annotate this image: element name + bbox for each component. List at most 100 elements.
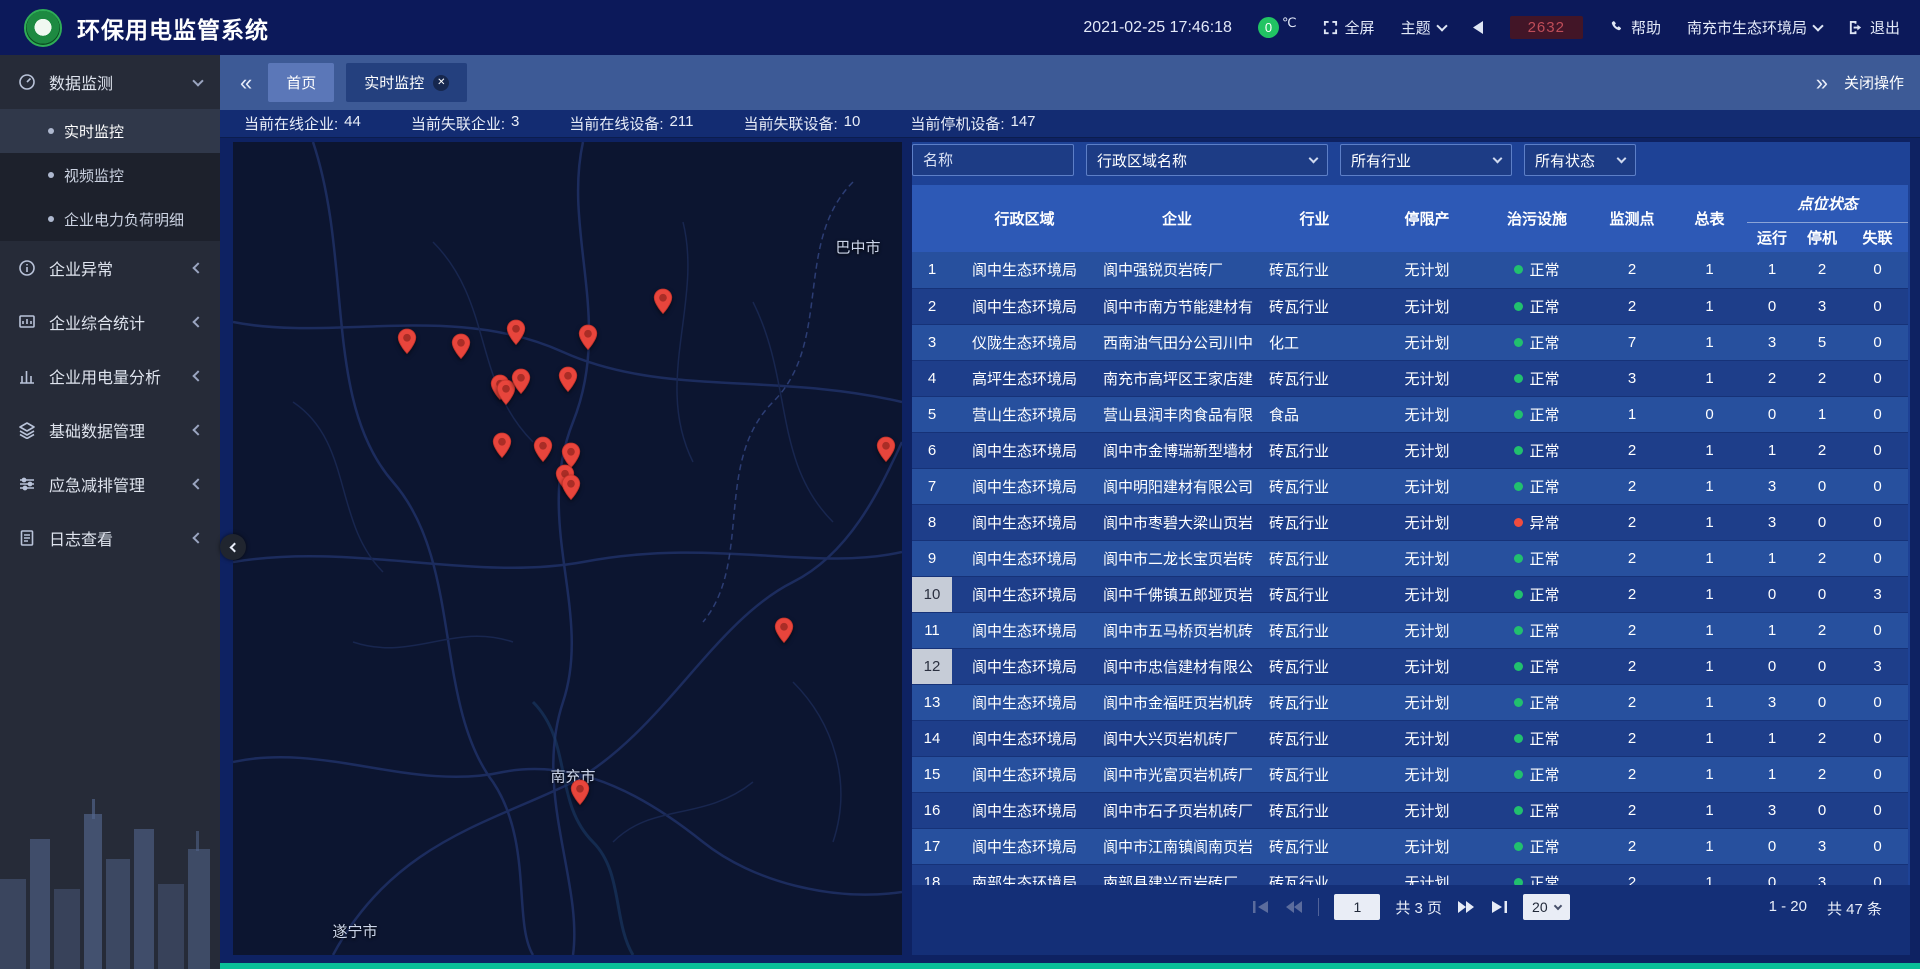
map-pin[interactable] (561, 474, 581, 506)
table-row[interactable]: 8 阆中生态环境局 阆中市枣碧大梁山页岩 砖瓦行业 无计划 异常 2 (912, 504, 1908, 540)
help-button[interactable]: 帮助 (1609, 17, 1661, 38)
table-row[interactable]: 4 高坪生态环境局 南充市高坪区王家店建 砖瓦行业 无计划 正常 3 (912, 360, 1908, 396)
close-operations-button[interactable]: 关闭操作 (1844, 72, 1904, 93)
temperature-value: 0 (1258, 17, 1279, 38)
tabs-scroll-left-button[interactable]: « (236, 72, 256, 94)
status-dot (1514, 265, 1523, 274)
row-region: 阆中生态环境局 (952, 252, 1097, 288)
name-filter-input[interactable] (912, 144, 1074, 176)
app-root: 环保用电监管系统 2021-02-25 17:46:18 0 ℃ 全屏 主题 (0, 0, 1920, 969)
sidebar-group-logs[interactable]: 日志查看 (0, 511, 220, 565)
sidebar-item-video-monitor[interactable]: 视频监控 (0, 153, 220, 197)
last-page-button[interactable] (1490, 901, 1508, 913)
row-lost-count: 3 (1847, 648, 1908, 684)
map-pin[interactable] (558, 366, 578, 398)
close-icon[interactable]: ✕ (433, 75, 449, 91)
table-row[interactable]: 12 阆中生态环境局 阆中市忠信建材有限公 砖瓦行业 无计划 正常 2 (912, 648, 1908, 684)
region-filter-select[interactable]: 行政区域名称 (1086, 144, 1328, 176)
row-meter-count: 1 (1672, 252, 1747, 288)
table-row[interactable]: 15 阆中生态环境局 阆中市光富页岩机砖厂 砖瓦行业 无计划 正常 2 (912, 756, 1908, 792)
table-row[interactable]: 3 仪陇生态环境局 西南油气田分公司川中 化工 无计划 正常 7 1 (912, 324, 1908, 360)
sidebar-group-enterprise-stats[interactable]: 企业综合统计 (0, 295, 220, 349)
row-index: 13 (912, 684, 952, 720)
table-row[interactable]: 13 阆中生态环境局 阆中市金福旺页岩机砖 砖瓦行业 无计划 正常 2 (912, 684, 1908, 720)
row-index: 1 (912, 252, 952, 288)
row-index: 10 (912, 576, 952, 612)
map-pin[interactable] (578, 324, 598, 356)
table-row[interactable]: 2 阆中生态环境局 阆中市南方节能建材有 砖瓦行业 无计划 正常 2 (912, 288, 1908, 324)
table-row[interactable]: 9 阆中生态环境局 阆中市二龙长宝页岩砖 砖瓦行业 无计划 正常 2 (912, 540, 1908, 576)
sidebar-group-enterprise-abnormal[interactable]: 企业异常 (0, 241, 220, 295)
table-row[interactable]: 17 阆中生态环境局 阆中市江南镇阆南页岩 砖瓦行业 无计划 正常 2 (912, 828, 1908, 864)
first-page-button[interactable] (1252, 901, 1270, 913)
table-row[interactable]: 11 阆中生态环境局 阆中市五马桥页岩机砖 砖瓦行业 无计划 正常 2 (912, 612, 1908, 648)
sidebar-group-base-data[interactable]: 基础数据管理 (0, 403, 220, 457)
sidebar-group-power-analysis[interactable]: 企业用电量分析 (0, 349, 220, 403)
map-pin[interactable] (451, 333, 471, 365)
status-dot (1514, 662, 1523, 671)
table-row[interactable]: 14 阆中生态环境局 阆中大兴页岩机砖厂 砖瓦行业 无计划 正常 2 (912, 720, 1908, 756)
map-pin[interactable] (511, 368, 531, 400)
logout-button[interactable]: 退出 (1848, 17, 1900, 38)
announcement-toggle[interactable] (1472, 21, 1484, 34)
chevron-left-icon (192, 424, 203, 435)
table-row[interactable]: 16 阆中生态环境局 阆中市石子页岩机砖厂 砖瓦行业 无计划 正常 2 (912, 792, 1908, 828)
triangle-left-icon (1472, 21, 1484, 34)
row-running-count: 0 (1747, 648, 1797, 684)
tab-realtime-monitor[interactable]: 实时监控 ✕ (346, 63, 467, 102)
fullscreen-button[interactable]: 全屏 (1323, 17, 1375, 38)
map-pin[interactable] (492, 432, 512, 464)
map-pin[interactable] (876, 436, 896, 468)
industry-filter-select[interactable]: 所有行业 (1340, 144, 1512, 176)
row-industry: 砖瓦行业 (1257, 576, 1372, 612)
table-row[interactable]: 5 营山生态环境局 营山县润丰肉食品有限 食品 无计划 正常 1 0 (912, 396, 1908, 432)
row-meter-count: 1 (1672, 360, 1747, 396)
sidebar-item-power-load-detail[interactable]: 企业电力负荷明细 (0, 197, 220, 241)
table-row[interactable]: 6 阆中生态环境局 阆中市金博瑞新型墙材 砖瓦行业 无计划 正常 2 (912, 432, 1908, 468)
row-monitor-count: 2 (1592, 864, 1672, 885)
row-company: 阆中市光富页岩机砖厂 (1097, 756, 1257, 792)
status-dot (1514, 410, 1523, 419)
stat-value: 10 (844, 113, 861, 134)
page-number-input[interactable] (1334, 894, 1380, 920)
org-dropdown[interactable]: 南充市生态环境局 (1687, 17, 1822, 38)
status-filter-select[interactable]: 所有状态 (1524, 144, 1636, 176)
table-row[interactable]: 1 阆中生态环境局 阆中强锐页岩砖厂 砖瓦行业 无计划 正常 2 1 (912, 252, 1908, 288)
map-pin[interactable] (533, 436, 553, 468)
status-text: 正常 (1529, 659, 1559, 676)
next-page-button[interactable] (1457, 901, 1475, 913)
row-region: 阆中生态环境局 (952, 792, 1097, 828)
row-industry: 砖瓦行业 (1257, 864, 1372, 885)
map-pin[interactable] (774, 617, 794, 649)
status-dot (1514, 734, 1523, 743)
table-row[interactable]: 18 南部生态环境局 南部县建兴页岩砖厂 砖瓦行业 无计划 正常 2 (912, 864, 1908, 885)
tab-home[interactable]: 首页 (268, 63, 334, 102)
row-lost-count: 0 (1847, 720, 1908, 756)
map[interactable]: 巴中市 南充市 遂宁市 (233, 142, 902, 955)
pagination-range: 1 - 20 (1769, 898, 1807, 919)
map-pin[interactable] (506, 319, 526, 351)
map-pin[interactable] (397, 328, 417, 360)
map-pin[interactable] (653, 288, 673, 320)
page-size-select[interactable]: 20 (1523, 894, 1570, 920)
sidebar-group-data-monitoring[interactable]: 数据监测 (0, 55, 220, 109)
status-text: 正常 (1529, 371, 1559, 388)
chevron-down-icon (1493, 154, 1503, 164)
sidebar-group-label: 基础数据管理 (49, 418, 145, 442)
row-limit: 无计划 (1372, 612, 1482, 648)
fullscreen-label: 全屏 (1345, 17, 1375, 38)
panel-collapse-button[interactable] (220, 534, 246, 560)
theme-dropdown[interactable]: 主题 (1401, 17, 1446, 38)
row-index: 16 (912, 792, 952, 828)
prev-page-button[interactable] (1285, 901, 1303, 913)
row-company: 阆中市石子页岩机砖厂 (1097, 792, 1257, 828)
table-row[interactable]: 7 阆中生态环境局 阆中明阳建材有限公司 砖瓦行业 无计划 正常 2 (912, 468, 1908, 504)
tabs-scroll-right-button[interactable]: » (1812, 72, 1832, 94)
row-facility: 正常 (1482, 828, 1592, 864)
row-industry: 砖瓦行业 (1257, 792, 1372, 828)
map-pin[interactable] (570, 779, 590, 811)
row-stopped-count: 0 (1797, 648, 1847, 684)
sidebar-item-realtime-monitor[interactable]: 实时监控 (0, 109, 220, 153)
table-row[interactable]: 10 阆中生态环境局 阆中千佛镇五郎垭页岩 砖瓦行业 无计划 正常 2 (912, 576, 1908, 612)
sidebar-group-emergency-reduction[interactable]: 应急减排管理 (0, 457, 220, 511)
